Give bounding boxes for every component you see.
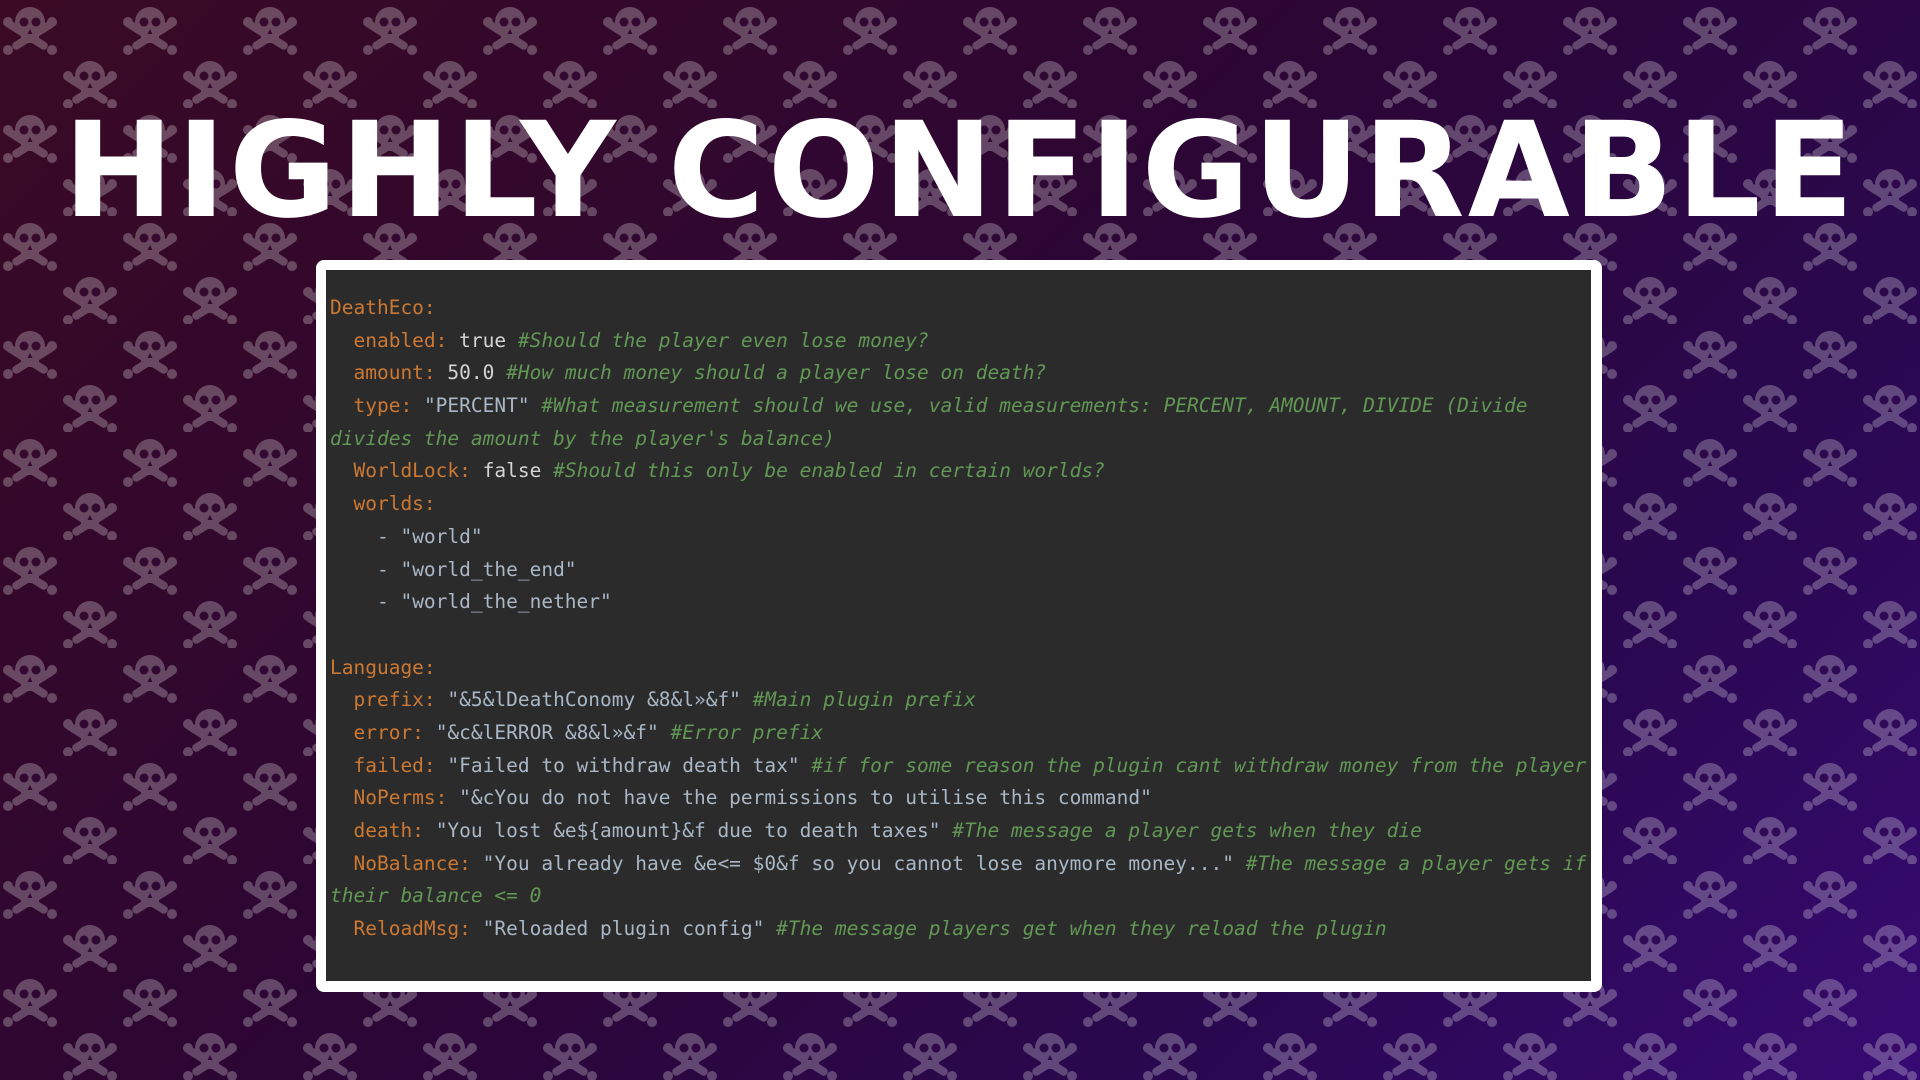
config-value: "You lost &e${amount}&f due to death tax… — [435, 819, 941, 842]
config-comment: #Should this only be enabled in certain … — [553, 459, 1105, 483]
config-comment: #if for some reason the plugin cant with… — [811, 753, 1587, 777]
config-comment: #Should the player even lose money? — [517, 328, 929, 352]
config-comment: #The message a player gets if — [1245, 851, 1587, 875]
code-editor-panel: DeathEco: enabled: true #Should the play… — [326, 270, 1591, 981]
config-comment-wrapped: their balance <= 0 — [330, 884, 542, 908]
config-key: worlds: — [353, 492, 436, 516]
config-comment-wrapped: divides the amount by the player's balan… — [330, 426, 835, 450]
code-line: type: "PERCENT" #What measurement should… — [330, 390, 1581, 423]
code-line: enabled: true #Should the player even lo… — [330, 325, 1581, 358]
config-value: true — [459, 328, 507, 352]
code-line: ReloadMsg: "Reloaded plugin config" #The… — [330, 913, 1581, 946]
code-line: WorldLock: false #Should this only be en… — [330, 455, 1581, 488]
code-line: NoPerms: "&cYou do not have the permissi… — [330, 782, 1581, 815]
config-key: ReloadMsg: — [353, 917, 471, 941]
config-key: type: — [353, 394, 413, 418]
code-line: DeathEco: — [330, 292, 1581, 325]
config-comment: #How much money should a player lose on … — [506, 361, 1047, 385]
code-line: prefix: "&5&lDeathConomy &8&l»&f" #Main … — [330, 684, 1581, 717]
code-line: divides the amount by the player's balan… — [330, 423, 1581, 456]
world-list-item: - "world" — [376, 524, 483, 548]
code-line: their balance <= 0 — [330, 880, 1581, 913]
config-comment: #The message a player gets when they die — [952, 819, 1422, 842]
code-line: - "world" — [330, 521, 1581, 554]
config-key: prefix: — [353, 688, 436, 712]
config-key: NoBalance: — [353, 851, 471, 875]
world-list-item: - "world_the_end" — [376, 557, 577, 581]
config-key: enabled: — [353, 328, 448, 352]
code-line: amount: 50.0 #How much money should a pl… — [330, 357, 1581, 390]
config-value: "&c&lERROR &8&l»&f" — [435, 720, 659, 744]
config-key: death: — [353, 819, 424, 842]
code-line: NoBalance: "You already have &e<= $0&f s… — [330, 848, 1586, 881]
section-key-deatheco: DeathEco: — [330, 296, 436, 319]
config-comment: #Main plugin prefix — [752, 688, 976, 712]
config-key: WorldLock: — [353, 459, 471, 483]
headline-title: HIGHLY CONFIGURABLE — [63, 94, 1857, 248]
config-value: "&cYou do not have the permissions to ut… — [459, 786, 1152, 810]
code-line: error: "&c&lERROR &8&l»&f" #Error prefix — [330, 717, 1581, 750]
config-value: 50.0 — [447, 361, 495, 385]
config-value: "Reloaded plugin config" — [482, 917, 765, 941]
config-comment: #What measurement should we use, valid m… — [541, 394, 1528, 418]
config-value: "PERCENT" — [423, 394, 530, 418]
config-value: "You already have &e<= $0&f so you canno… — [482, 851, 1234, 875]
code-line: - "world_the_nether" — [330, 586, 1581, 619]
config-comment: #The message players get when they reloa… — [776, 917, 1387, 941]
code-line: Language: — [330, 652, 1581, 685]
code-line: death: "You lost &e${amount}&f due to de… — [330, 815, 1581, 848]
config-code-window: DeathEco: enabled: true #Should the play… — [316, 260, 1602, 992]
code-line: failed: "Failed to withdraw death tax" #… — [330, 750, 1586, 783]
config-value: "&5&lDeathConomy &8&l»&f" — [447, 688, 741, 712]
code-line: - "world_the_end" — [330, 554, 1581, 587]
config-value: "Failed to withdraw death tax" — [447, 753, 800, 777]
config-key: failed: — [353, 753, 436, 777]
section-key-language: Language: — [330, 655, 436, 679]
config-key: NoPerms: — [353, 786, 448, 810]
config-comment: #Error prefix — [670, 720, 824, 744]
config-key: amount: — [353, 361, 436, 385]
config-value: false — [482, 459, 542, 483]
code-line: worlds: — [330, 488, 1581, 521]
config-key: error: — [353, 720, 424, 744]
world-list-item: - "world_the_nether" — [376, 590, 612, 614]
